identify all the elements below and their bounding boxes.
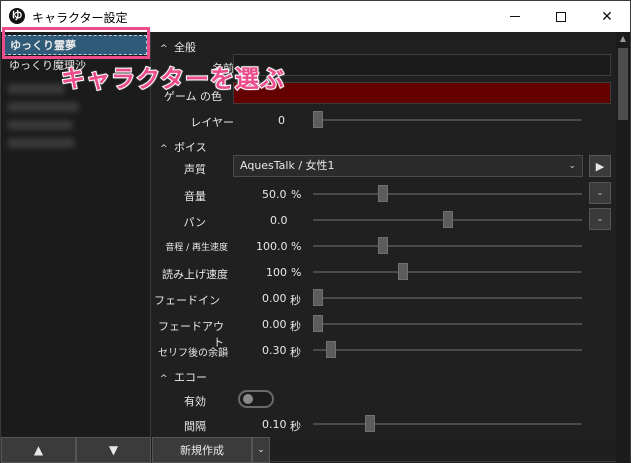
layer-slider-track[interactable] xyxy=(313,119,582,121)
toggle-knob xyxy=(243,394,253,404)
layer-label: レイヤー xyxy=(190,116,234,129)
fadeout-slider-thumb[interactable] xyxy=(313,315,323,332)
layer-value: 0 xyxy=(278,114,285,127)
margin-slider-thumb[interactable] xyxy=(325,341,336,358)
volume-label: 音量 xyxy=(184,190,206,203)
selection-highlight-annotation xyxy=(2,27,150,59)
minimize-icon xyxy=(510,16,520,17)
maximize-button[interactable] xyxy=(538,1,584,32)
volume-slider-track[interactable] xyxy=(313,193,582,195)
chevron-up-icon: ^ xyxy=(160,144,168,154)
section-echo[interactable]: ^ エコー xyxy=(160,369,207,385)
read-speed-slider-track[interactable] xyxy=(313,271,582,273)
blurred-item xyxy=(7,120,73,130)
close-icon: ✕ xyxy=(601,8,613,25)
read-speed-slider-thumb[interactable] xyxy=(398,263,409,280)
margin-slider-track[interactable] xyxy=(313,349,582,351)
margin-unit: 秒 xyxy=(290,346,301,359)
echo-interval-value: 0.10 xyxy=(262,418,287,431)
blurred-item xyxy=(7,84,65,94)
move-down-button[interactable]: ▼ xyxy=(76,437,151,463)
volume-slider-thumb[interactable] xyxy=(377,185,388,202)
list-order-buttons: ▲ ▼ xyxy=(1,437,151,463)
echo-interval-unit: 秒 xyxy=(290,420,301,433)
margin-label: セリフ後の余韻 xyxy=(158,348,228,359)
pitch-slider-track[interactable] xyxy=(313,245,582,247)
app-icon: ゆ xyxy=(9,8,25,24)
chevron-up-icon: ^ xyxy=(160,374,168,384)
blurred-item xyxy=(7,138,75,148)
minimize-button[interactable] xyxy=(492,1,538,32)
character-settings-window: ゆ キャラクター設定 ✕ ゆっくり霊夢 ゆっくり魔理沙 ▲ ▼ ^ 全般 名前 ゲ… xyxy=(0,0,631,463)
name-input[interactable] xyxy=(233,54,611,76)
callout-annotation: キャラクターを選ぶ xyxy=(60,64,286,94)
color-swatch[interactable] xyxy=(233,82,611,104)
settings-scrollbar[interactable]: ▲ xyxy=(616,32,630,463)
fadeout-value: 0.00 xyxy=(262,318,287,331)
play-button[interactable]: ▶ xyxy=(589,155,611,177)
fadein-value: 0.00 xyxy=(262,292,287,305)
fadeout-unit: 秒 xyxy=(290,320,301,333)
section-voice[interactable]: ^ ボイス xyxy=(160,139,207,155)
echo-interval-slider-thumb[interactable] xyxy=(364,415,375,432)
new-character-button[interactable]: 新規作成 xyxy=(152,437,252,463)
read-speed-label: 読み上げ速度 xyxy=(162,268,228,281)
pitch-value: 100.0 xyxy=(256,240,288,253)
echo-enabled-label: 有効 xyxy=(184,395,206,408)
voice-quality-select[interactable]: AquesTalk / 女性1 ⌄ xyxy=(233,155,583,177)
echo-interval-slider-track[interactable] xyxy=(313,423,582,425)
read-speed-value: 100 xyxy=(266,266,287,279)
pitch-unit: % xyxy=(291,240,302,253)
volume-minus-button[interactable]: - xyxy=(589,182,611,204)
section-general-label: 全般 xyxy=(174,41,196,54)
layer-slider-thumb[interactable] xyxy=(313,111,323,128)
echo-enabled-toggle[interactable] xyxy=(238,390,274,408)
voice-quality-label: 声質 xyxy=(184,163,206,176)
chevron-up-icon: ^ xyxy=(160,44,168,54)
volume-value: 50.0 xyxy=(262,188,287,201)
blurred-item xyxy=(7,102,79,112)
read-speed-unit: % xyxy=(291,266,302,279)
window-title: キャラクター設定 xyxy=(32,11,128,25)
volume-unit: % xyxy=(291,188,302,201)
scroll-thumb[interactable] xyxy=(618,48,628,120)
pitch-label: 音程 / 再生速度 xyxy=(165,243,228,253)
chevron-down-icon: ⌄ xyxy=(568,161,576,171)
close-button[interactable]: ✕ xyxy=(584,1,630,32)
fadeout-slider-track[interactable] xyxy=(313,323,582,325)
move-up-button[interactable]: ▲ xyxy=(1,437,76,463)
maximize-icon xyxy=(556,11,566,22)
section-voice-label: ボイス xyxy=(174,141,207,154)
section-echo-label: エコー xyxy=(174,371,207,384)
fadein-slider-thumb[interactable] xyxy=(313,289,323,306)
pan-minus-button[interactable]: - xyxy=(589,208,611,230)
pan-slider-thumb[interactable] xyxy=(442,211,453,228)
fadein-unit: 秒 xyxy=(290,294,301,307)
voice-quality-value: AquesTalk / 女性1 xyxy=(240,159,335,172)
fadein-label: フェードイン xyxy=(154,294,220,307)
pan-label: パン xyxy=(183,216,206,229)
new-character-dropdown-button[interactable]: ⌄ xyxy=(252,437,270,463)
pan-value: 0.0 xyxy=(270,214,288,227)
margin-value: 0.30 xyxy=(262,344,287,357)
fadein-slider-track[interactable] xyxy=(313,297,582,299)
scroll-up-icon[interactable]: ▲ xyxy=(616,32,630,46)
pitch-slider-thumb[interactable] xyxy=(377,237,388,254)
echo-interval-label: 間隔 xyxy=(184,420,206,433)
section-general[interactable]: ^ 全般 xyxy=(160,39,196,55)
